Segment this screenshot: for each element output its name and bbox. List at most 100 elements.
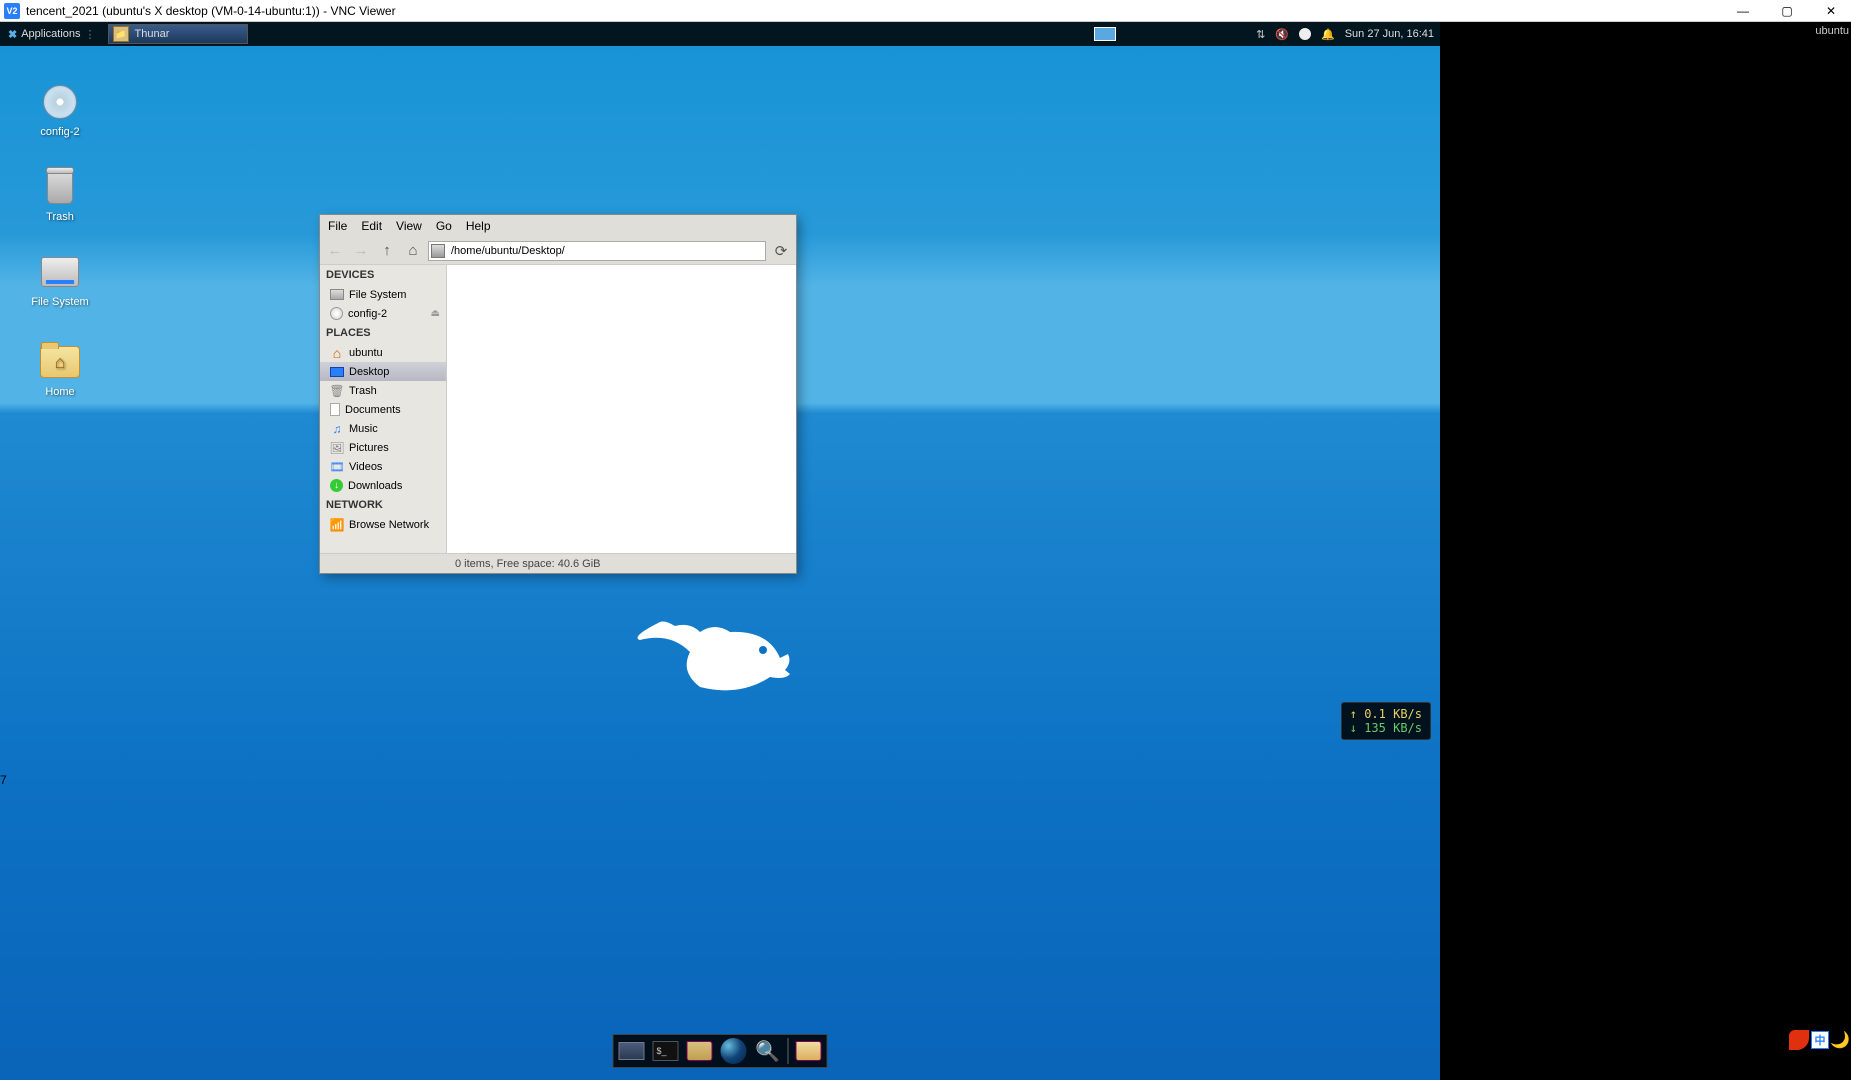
sidebar-desktop[interactable]: Desktop	[320, 362, 446, 381]
xfce-top-panel: ✖ Applications ⋮ 📁 Thunar ⇅ 🔇 🔔 Sun 27 J…	[0, 22, 1440, 46]
sidebar-config2[interactable]: config-2⏏	[320, 304, 446, 323]
network-icon: 📶	[330, 518, 344, 532]
sidebar-music[interactable]: ♫Music	[320, 419, 446, 438]
sidebar-browse-network[interactable]: 📶Browse Network	[320, 515, 446, 534]
trash-icon	[47, 170, 73, 204]
thunar-statusbar: 0 items, Free space: 40.6 GiB	[320, 553, 796, 573]
vnc-black-margin: ubuntu 中 🌙	[1440, 22, 1851, 1080]
location-input[interactable]	[428, 241, 766, 261]
menu-separator-icon: ⋮	[85, 28, 96, 41]
home-button[interactable]: ⌂	[402, 240, 424, 262]
cd-icon	[330, 307, 343, 320]
applications-label: Applications	[21, 28, 80, 40]
sidebar-pictures[interactable]: 🖼Pictures	[320, 438, 446, 457]
sidebar-filesystem[interactable]: File System	[320, 285, 446, 304]
videos-icon: 🎞	[330, 460, 344, 474]
music-icon: ♫	[330, 422, 344, 436]
desktop-icon	[619, 1042, 645, 1060]
menu-edit[interactable]: Edit	[361, 219, 382, 233]
sidebar-documents[interactable]: Documents	[320, 400, 446, 419]
dock-file-manager[interactable]	[684, 1036, 716, 1066]
thunar-window: File Edit View Go Help ← → ↑ ⌂ ⟳ DEVICES	[319, 214, 797, 574]
trash-icon: 🗑	[330, 384, 344, 398]
taskbar-thunar-label: Thunar	[135, 28, 170, 40]
download-icon: ↓	[330, 479, 343, 492]
vnc-maximize-button[interactable]: ▢	[1779, 3, 1795, 19]
eject-icon[interactable]: ⏏	[431, 308, 440, 319]
sidebar-places-header: PLACES	[320, 323, 446, 343]
vnc-title-text: tencent_2021 (ubuntu's X desktop (VM-0-1…	[26, 4, 1735, 18]
xfce-dock: $_ 🔍	[613, 1034, 828, 1068]
dock-show-desktop[interactable]	[616, 1036, 648, 1066]
folder-icon	[796, 1041, 822, 1061]
menu-view[interactable]: View	[396, 219, 422, 233]
thunar-status-text: 0 items, Free space: 40.6 GiB	[455, 558, 601, 570]
thunar-toolbar: ← → ↑ ⌂ ⟳	[320, 237, 796, 265]
desktop-icon-home-label: Home	[45, 386, 74, 398]
network-tray-icon[interactable]: ⇅	[1256, 28, 1265, 41]
home-icon: ⌂	[330, 346, 344, 360]
menu-file[interactable]: File	[328, 219, 347, 233]
pictures-icon: 🖼	[330, 441, 344, 455]
taskbar-thunar-button[interactable]: 📁 Thunar	[108, 24, 248, 44]
folder-icon	[687, 1041, 713, 1061]
desktop-icon-filesystem[interactable]: File System	[15, 252, 105, 308]
power-tray-icon[interactable]	[1299, 28, 1311, 40]
dock-app-finder[interactable]: 🔍	[752, 1036, 784, 1066]
notification-tray-icon[interactable]: 🔔	[1321, 28, 1335, 41]
forward-button[interactable]: →	[350, 240, 372, 262]
thunar-file-view[interactable]	[447, 265, 796, 553]
thunar-menubar: File Edit View Go Help	[320, 215, 796, 237]
desktop-icon-config2[interactable]: config-2	[15, 82, 105, 138]
desktop-icon-home[interactable]: Home	[15, 342, 105, 398]
sidebar-network-header: NETWORK	[320, 495, 446, 515]
vnc-app-icon: V2	[4, 3, 20, 19]
xfce-desktop[interactable]: ✖ Applications ⋮ 📁 Thunar ⇅ 🔇 🔔 Sun 27 J…	[0, 22, 1440, 1080]
ime-indicator[interactable]: 中 🌙	[1789, 1030, 1849, 1050]
applications-menu-button[interactable]: ✖ Applications ⋮	[0, 22, 104, 46]
parent-button[interactable]: ↑	[376, 240, 398, 262]
xfce-logo-icon: ✖	[8, 28, 17, 41]
thunar-sidebar: DEVICES File System config-2⏏ PLACES ⌂ub…	[320, 265, 447, 553]
magnifier-icon: 🔍	[755, 1039, 780, 1064]
sidebar-downloads[interactable]: ↓Downloads	[320, 476, 446, 495]
cd-icon	[43, 85, 77, 119]
menu-help[interactable]: Help	[466, 219, 491, 233]
desktop-icon-filesystem-label: File System	[31, 296, 88, 308]
dock-terminal[interactable]: $_	[650, 1036, 682, 1066]
net-upload: ↑ 0.1 KB/s	[1350, 707, 1422, 721]
back-button[interactable]: ←	[324, 240, 346, 262]
document-icon	[330, 403, 340, 416]
desktop-icon-trash-label: Trash	[46, 211, 74, 223]
vnc-titlebar: V2 tencent_2021 (ubuntu's X desktop (VM-…	[0, 0, 1851, 22]
menu-go[interactable]: Go	[436, 219, 452, 233]
vnc-viewport: ✖ Applications ⋮ 📁 Thunar ⇅ 🔇 🔔 Sun 27 J…	[0, 22, 1851, 1080]
moon-icon: 🌙	[1831, 1031, 1849, 1049]
workspace-switcher[interactable]	[1094, 27, 1116, 41]
dock-web-browser[interactable]	[718, 1036, 750, 1066]
desktop-icon-trash[interactable]: Trash	[15, 167, 105, 223]
sidebar-trash[interactable]: 🗑Trash	[320, 381, 446, 400]
dock-home-folder[interactable]	[793, 1036, 825, 1066]
panel-session-label[interactable]: ubuntu	[1815, 25, 1849, 37]
drive-icon	[41, 257, 79, 287]
sidebar-videos[interactable]: 🎞Videos	[320, 457, 446, 476]
thunar-task-icon: 📁	[113, 26, 129, 42]
terminal-icon: $_	[653, 1041, 679, 1061]
desktop-icon-config2-label: config-2	[40, 126, 79, 138]
vnc-close-button[interactable]: ✕	[1823, 3, 1839, 19]
location-drive-icon	[431, 244, 445, 258]
sidebar-devices-header: DEVICES	[320, 265, 446, 285]
sogou-icon	[1789, 1030, 1809, 1050]
panel-clock[interactable]: Sun 27 Jun, 16:41	[1345, 28, 1434, 40]
globe-icon	[721, 1038, 747, 1064]
desktop-icon	[330, 367, 344, 377]
vnc-minimize-button[interactable]: —	[1735, 3, 1751, 19]
reload-button[interactable]: ⟳	[770, 240, 792, 262]
ime-lang-icon: 中	[1811, 1031, 1829, 1049]
sidebar-ubuntu[interactable]: ⌂ubuntu	[320, 343, 446, 362]
network-monitor: ↑ 0.1 KB/s ↓ 135 KB/s	[1341, 702, 1431, 740]
volume-tray-icon[interactable]: 🔇	[1275, 28, 1289, 41]
stray-text: 7	[0, 773, 7, 787]
home-folder-icon	[40, 346, 80, 378]
